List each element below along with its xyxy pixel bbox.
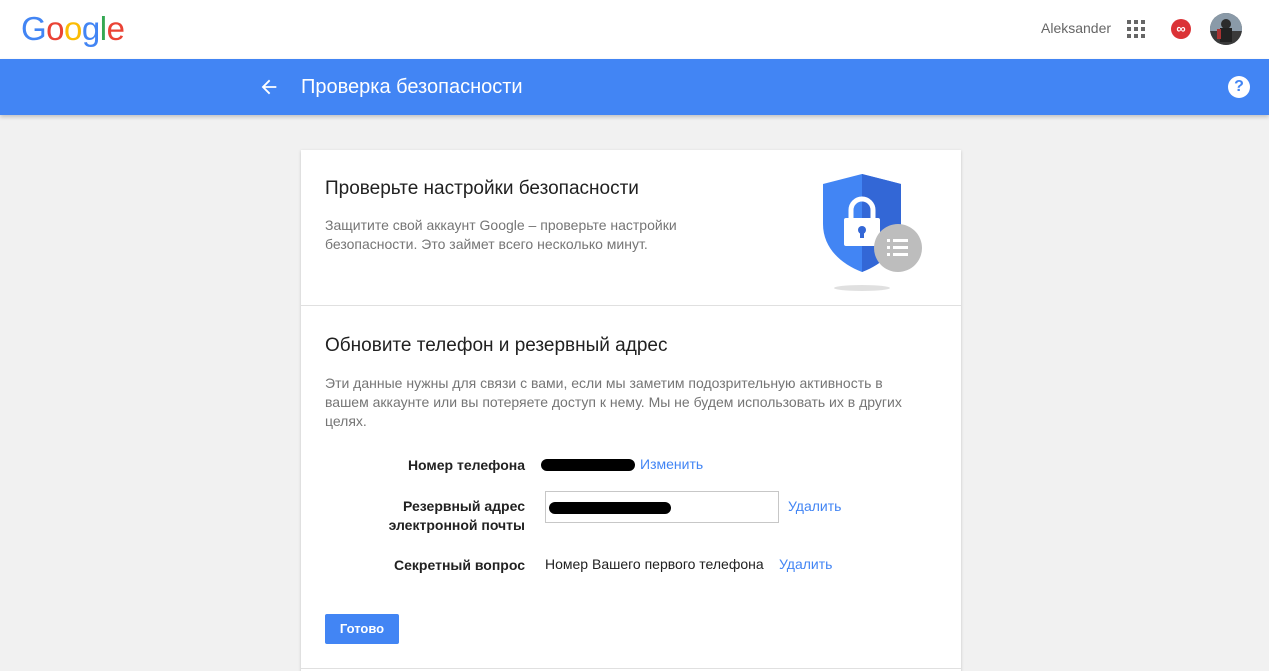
logo-letter: o <box>46 10 65 47</box>
logo-letter: l <box>99 10 107 47</box>
google-logo[interactable]: G o o g l e <box>21 10 125 48</box>
backup-email-value-redacted <box>549 502 671 514</box>
top-header: G o o g l e Aleksander ∞ <box>0 0 1269 59</box>
phone-value-redacted <box>541 459 635 471</box>
avatar[interactable] <box>1210 13 1242 45</box>
security-checkup-card: Проверьте настройки безопасности Защитит… <box>301 150 961 671</box>
recovery-description: Эти данные нужны для связи с вами, если … <box>325 375 902 429</box>
remove-email-link[interactable]: Удалить <box>788 498 841 514</box>
secret-question-value: Номер Вашего первого телефона <box>545 556 764 572</box>
security-title: Проверьте настройки безопасности <box>325 178 639 199</box>
page-title: Проверка безопасности <box>301 76 523 98</box>
change-phone-link[interactable]: Изменить <box>640 456 703 472</box>
shield-lock-icon <box>823 174 922 291</box>
done-button[interactable]: Готово <box>325 614 399 644</box>
secret-question-label: Секретный вопрос <box>394 557 525 573</box>
remove-question-link[interactable]: Удалить <box>779 556 832 572</box>
help-icon[interactable]: ? <box>1228 76 1250 98</box>
app-bar: Проверка безопасности ? <box>0 59 1269 115</box>
notifications-icon[interactable]: ∞ <box>1171 19 1191 39</box>
logo-letter: o <box>64 10 82 47</box>
logo-letter: G <box>21 10 47 47</box>
divider <box>301 668 961 669</box>
phone-label: Номер телефона <box>407 457 525 473</box>
backup-email-label: Резервный адрес электронной почты <box>388 498 525 533</box>
recovery-title: Обновите телефон и резервный адрес <box>325 335 668 356</box>
back-arrow-icon[interactable] <box>258 76 280 98</box>
intro-section: Проверьте настройки безопасности Защитит… <box>301 150 961 306</box>
logo-letter: g <box>81 10 100 47</box>
logo-letter: e <box>106 10 125 47</box>
apps-grid-icon[interactable] <box>1127 20 1145 38</box>
user-name[interactable]: Aleksander <box>1041 20 1111 36</box>
security-intro: Защитите свой аккаунт Google – проверьте… <box>325 217 677 252</box>
